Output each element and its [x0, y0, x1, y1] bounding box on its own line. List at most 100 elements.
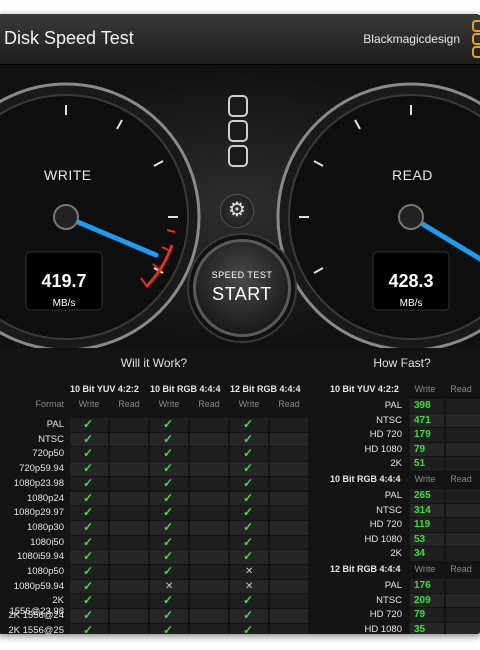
row-format-label: 1080p30: [27, 521, 64, 533]
read-cell: [270, 594, 308, 609]
read-cell: [270, 418, 308, 432]
read-cell: [270, 623, 308, 634]
write-speed-value: 79: [414, 609, 426, 621]
speed-row-format: PAL: [384, 580, 402, 591]
read-speed-cell: [446, 622, 480, 634]
check-icon: ✓: [163, 534, 174, 549]
read-cell: [270, 535, 308, 550]
format-column-header: Format: [35, 399, 64, 409]
speed-group-header: 12 Bit RGB 4:4:4: [330, 564, 401, 574]
check-icon: ✓: [83, 519, 94, 534]
read-cell: [270, 550, 308, 564]
read-cell: [110, 550, 148, 564]
read-cell: [270, 565, 308, 579]
row-format-label: 1080i50: [30, 536, 64, 548]
check-icon: ✓: [83, 622, 94, 634]
speed-test-start-button[interactable]: SPEED TEST START: [193, 239, 291, 337]
write-column-header: Write: [158, 399, 180, 409]
read-cell: [270, 447, 308, 462]
read-cell: [110, 476, 148, 491]
read-cell: [270, 579, 308, 594]
read-cell: [190, 594, 228, 609]
row-format-label: PAL: [46, 419, 64, 430]
read-cell: [110, 594, 148, 609]
start-button-caption: SPEED TEST: [211, 270, 273, 280]
row-format-label: 1080p24: [27, 492, 64, 504]
write-speed-value: 53: [414, 533, 426, 545]
speed-row-format: HD 720: [369, 429, 402, 441]
format-group-header: 10 Bit RGB 4:4:4: [150, 384, 221, 394]
check-icon: ✓: [163, 490, 174, 505]
check-icon: ✓: [243, 505, 254, 520]
read-cell: [190, 432, 228, 447]
check-icon: ✓: [243, 608, 254, 623]
read-cell: [110, 491, 148, 506]
check-icon: ✓: [243, 446, 254, 461]
mode-button-1[interactable]: [228, 95, 248, 117]
read-column-header: Read: [450, 564, 472, 574]
check-icon: ✓: [83, 475, 94, 490]
brand-logo-icon: [472, 20, 480, 58]
read-cell: [190, 418, 228, 432]
check-icon: ✓: [163, 461, 174, 476]
check-icon: ✓: [243, 417, 254, 431]
speed-row-format: HD 1080: [364, 443, 403, 455]
write-speed-value: 119: [414, 519, 431, 531]
row-format-label: 1080p59.94: [13, 580, 64, 592]
check-icon: ✓: [83, 564, 94, 578]
cross-icon: ✕: [245, 566, 254, 577]
row-format-label: 1080i59.94: [16, 551, 64, 563]
read-speed-cell: [446, 608, 480, 622]
check-icon: ✓: [243, 519, 254, 534]
window-title: Disk Speed Test: [4, 28, 134, 48]
check-icon: ✓: [83, 490, 94, 505]
read-column-header: Read: [278, 399, 300, 409]
row-format-label: 1080p23.98: [13, 477, 64, 489]
speed-row-format: PAL: [384, 400, 402, 411]
read-speed-cell: [446, 442, 480, 457]
read-speed-unit: MB/s: [399, 298, 423, 309]
mode-button-2[interactable]: [228, 120, 248, 142]
read-column-header: Read: [450, 384, 472, 394]
check-icon: ✓: [83, 593, 94, 608]
write-speed-value: 419.7: [41, 271, 87, 291]
read-cell: [110, 506, 148, 520]
check-icon: ✓: [163, 519, 174, 534]
will-it-work-title: Will it Work?: [120, 356, 188, 370]
brand-logo-text: Blackmagicdesign: [363, 32, 460, 46]
read-readout: 428.3 MB/s: [377, 271, 445, 309]
check-icon: ✓: [163, 608, 174, 623]
check-icon: ✓: [163, 505, 174, 520]
read-cell: [110, 535, 148, 550]
speed-row-format: NTSC: [376, 594, 402, 606]
read-cell: [270, 491, 308, 506]
speed-group-header: 10 Bit YUV 4:2:2: [330, 384, 399, 394]
write-speed-value: 471: [414, 414, 431, 426]
how-fast-title: How Fast?: [373, 356, 431, 370]
check-icon: ✓: [163, 431, 174, 446]
speed-row-format: HD 720: [369, 519, 402, 531]
read-cell: [190, 491, 228, 506]
check-icon: ✓: [243, 549, 254, 564]
read-cell: [270, 462, 308, 476]
read-cell: [190, 550, 228, 564]
read-column-header: Read: [198, 399, 220, 409]
read-speed-cell: [446, 489, 480, 503]
write-column-header: Write: [414, 474, 436, 484]
read-cell: [190, 506, 228, 520]
settings-gear-icon[interactable]: ⚙: [220, 194, 254, 228]
check-icon: ✓: [243, 622, 254, 634]
write-column-header: Write: [414, 384, 436, 394]
read-cell: [270, 609, 308, 623]
write-speed-value: 398: [414, 400, 431, 411]
gauge-panel: WRITE 419.7 MB/s READ 428.3 MB/s ⚙ SPEED…: [0, 65, 480, 348]
read-cell: [190, 447, 228, 462]
check-icon: ✓: [83, 608, 94, 623]
check-icon: ✓: [163, 549, 174, 564]
write-speed-value: 51: [414, 458, 426, 470]
mode-button-3[interactable]: [228, 145, 248, 167]
read-cell: [110, 447, 148, 462]
row-format-label: 1080p29.97: [13, 507, 64, 519]
check-icon: ✓: [163, 593, 174, 608]
format-group-header: 12 Bit RGB 4:4:4: [230, 384, 301, 394]
